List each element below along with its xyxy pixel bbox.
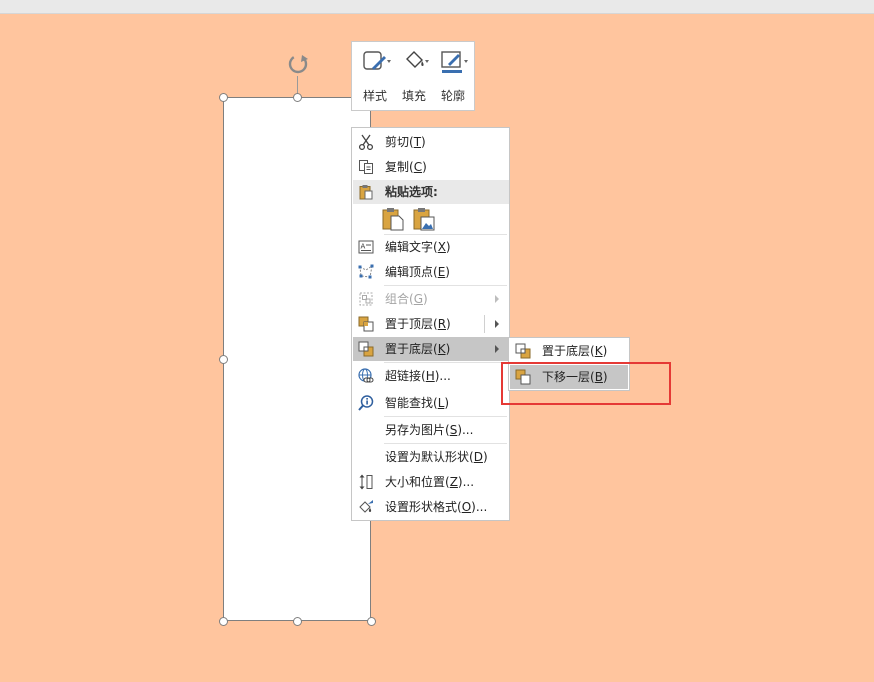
menu-item-edit-points[interactable]: 编辑顶点(E): [353, 260, 509, 284]
menu-item-cut[interactable]: 剪切(T): [353, 130, 509, 154]
outline-pen-icon: [441, 51, 468, 73]
edit-points-icon: [358, 264, 374, 279]
menu-item-bring-to-front-label: 置于顶层(R): [385, 317, 451, 331]
fill-bucket-icon: [406, 51, 429, 68]
menu-item-bring-to-front[interactable]: 置于顶层(R): [353, 312, 509, 336]
rotate-icon[interactable]: [287, 53, 309, 75]
outline-label: 轮廓: [440, 89, 465, 103]
submenu-item-send-to-back[interactable]: 置于底层(K): [510, 339, 628, 363]
menu-item-hyperlink-label: 超链接(H)...: [385, 369, 451, 383]
resize-handle-bottom-left[interactable]: [219, 617, 228, 626]
context-menu: 剪切(T) 复制(C) 粘贴选项: A 编辑文字(X) 编辑顶点(E) 组合(G…: [351, 127, 510, 521]
menu-separator: [384, 362, 507, 363]
submenu-arrow-icon[interactable]: [495, 320, 499, 328]
menu-item-set-default-shape-label: 设置为默认形状(D): [385, 450, 488, 464]
bring-to-front-icon: [358, 316, 374, 332]
menu-item-hyperlink[interactable]: 超链接(H)...: [353, 364, 509, 388]
edit-text-icon: A: [358, 240, 374, 254]
submenu-arrow-icon[interactable]: [495, 345, 499, 353]
shape-style-icon: [363, 51, 391, 70]
annotation-highlight-box: [501, 362, 671, 405]
clipboard-icon: [359, 185, 373, 200]
hyperlink-globe-icon: [358, 368, 374, 383]
menu-item-group: 组合(G): [353, 287, 509, 311]
style-label: 样式: [362, 89, 387, 103]
resize-handle-top-left[interactable]: [219, 93, 228, 102]
size-position-icon: [359, 474, 373, 490]
send-to-back-icon: [358, 341, 374, 357]
menu-item-save-as-picture[interactable]: 另存为图片(S)...: [353, 418, 509, 442]
resize-handle-bottom[interactable]: [293, 617, 302, 626]
menu-item-smart-lookup[interactable]: 智能查找(L): [353, 391, 509, 415]
svg-text:A: A: [361, 243, 366, 251]
menu-item-save-as-picture-label: 另存为图片(S)...: [385, 423, 474, 437]
resize-handle-top[interactable]: [293, 93, 302, 102]
outline-button[interactable]: 轮廓: [434, 47, 472, 105]
menu-separator: [384, 285, 507, 286]
paste-as-picture-icon[interactable]: [413, 207, 435, 231]
paste-options-header: 粘贴选项:: [353, 180, 509, 204]
send-to-back-icon: [515, 343, 531, 359]
scissors-icon: [358, 134, 374, 150]
menu-item-size-position[interactable]: 大小和位置(Z)...: [353, 470, 509, 494]
paste-keep-formatting-icon[interactable]: [382, 207, 404, 231]
menu-item-edit-points-label: 编辑顶点(E): [385, 265, 450, 279]
menu-item-set-default-shape[interactable]: 设置为默认形状(D): [353, 445, 509, 469]
fill-button[interactable]: 填充: [395, 47, 433, 105]
menu-item-smart-lookup-label: 智能查找(L): [385, 396, 450, 410]
format-shape-icon: [359, 500, 373, 513]
menu-item-size-position-label: 大小和位置(Z)...: [385, 475, 475, 489]
paste-options-label: 粘贴选项:: [385, 185, 438, 199]
top-ribbon-edge: [0, 0, 874, 14]
style-button[interactable]: 样式: [356, 47, 394, 105]
menu-item-edit-text-label: 编辑文字(X): [385, 240, 451, 254]
menu-item-group-label: 组合(G): [385, 292, 428, 306]
resize-handle-left[interactable]: [219, 355, 228, 364]
fill-label: 填充: [401, 89, 426, 103]
menu-separator: [384, 416, 507, 417]
group-icon: [359, 292, 373, 306]
menu-item-format-shape-label: 设置形状格式(O)...: [385, 500, 488, 514]
resize-handle-bottom-right[interactable]: [367, 617, 376, 626]
menu-item-format-shape[interactable]: 设置形状格式(O)...: [353, 495, 509, 519]
smart-lookup-icon: [358, 395, 374, 411]
menu-item-send-to-back-label: 置于底层(K): [385, 342, 451, 356]
selected-rectangle-shape[interactable]: [223, 97, 371, 621]
menu-item-edit-text[interactable]: A 编辑文字(X): [353, 235, 509, 259]
menu-item-cut-label: 剪切(T): [385, 135, 426, 149]
submenu-item-send-to-back-label: 置于底层(K): [542, 344, 608, 358]
menu-item-copy[interactable]: 复制(C): [353, 155, 509, 179]
menu-item-send-to-back[interactable]: 置于底层(K): [353, 337, 509, 361]
mini-toolbar: 样式 填充 轮廓: [351, 41, 475, 111]
menu-item-copy-label: 复制(C): [385, 160, 427, 174]
menu-separator: [384, 443, 507, 444]
split-button-divider: [484, 315, 485, 333]
submenu-arrow-icon: [495, 295, 499, 303]
copy-icon: [359, 160, 373, 174]
